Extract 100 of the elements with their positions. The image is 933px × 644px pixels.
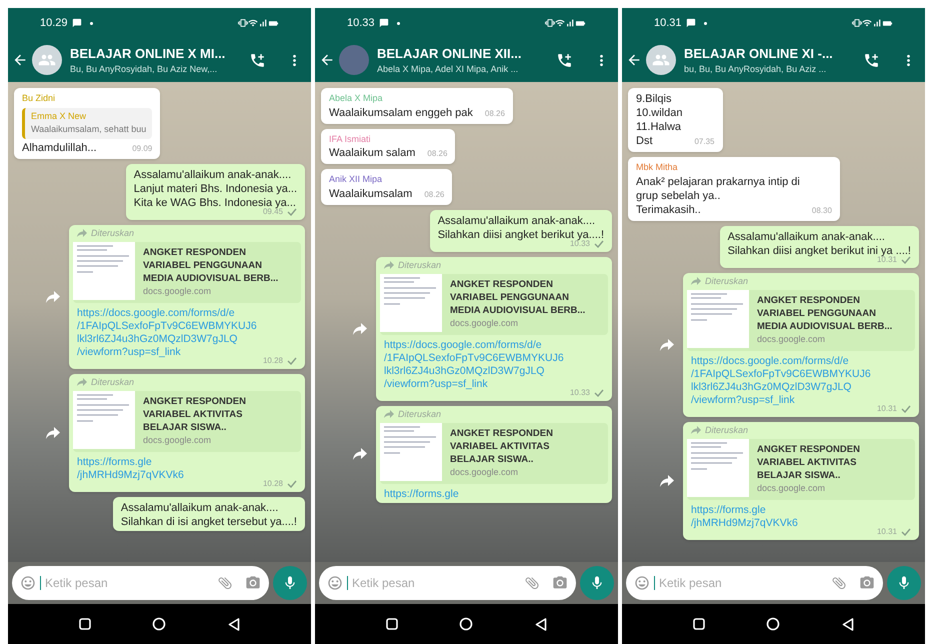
- vibrate-icon: [545, 18, 555, 28]
- link-preview[interactable]: ANGKET RESPONDEN VARIABEL AKTIVITAS BELAJAR SISWA.. docs.google.com: [73, 391, 301, 452]
- preview-title: ANGKET RESPONDEN: [450, 427, 553, 440]
- group-avatar[interactable]: [646, 45, 676, 75]
- emoji-icon[interactable]: [20, 575, 36, 591]
- chat-title[interactable]: BELAJAR ONLINE XI -...: [684, 44, 859, 63]
- message-text: Anak² pelajaran prakarnya intip di: [636, 174, 800, 188]
- message-time: 07.35: [694, 136, 715, 148]
- add-call-icon[interactable]: [863, 52, 880, 68]
- chat-members: bu, Bu, Bu AnyRosyidah, Bu Aziz ...: [684, 63, 828, 76]
- camera-icon[interactable]: [245, 575, 261, 591]
- url-link[interactable]: lkl3rl6ZJ4u3hGz0MQzlD3W7gJLQ: [691, 380, 911, 394]
- vibrate-icon: [238, 18, 248, 28]
- mic-button[interactable]: [273, 566, 307, 600]
- forward-arrow-icon: [384, 261, 394, 270]
- preview-title: BELAJAR SISWA..: [143, 421, 228, 434]
- share-icon[interactable]: [352, 447, 368, 461]
- chat-title[interactable]: BELAJAR ONLINE XII...: [377, 44, 552, 63]
- back-icon[interactable]: [626, 52, 642, 68]
- share-icon[interactable]: [45, 426, 61, 440]
- url-link[interactable]: /1FAIpQLSexfoFpTv9C6EWBMYKUJ6: [77, 320, 297, 332]
- document-thumbnail: [687, 290, 749, 348]
- link-preview[interactable]: ANGKET RESPONDEN VARIABEL PENGGUNAAN MEDIA AUDIOVISUAL BERB... docs.google.com: [73, 242, 301, 302]
- forwarded-label: Diteruskan: [91, 226, 134, 240]
- camera-icon[interactable]: [859, 575, 875, 591]
- mic-button[interactable]: [580, 566, 614, 600]
- document-thumbnail: [687, 439, 749, 497]
- share-icon[interactable]: [659, 474, 675, 488]
- back-icon[interactable]: [228, 618, 240, 630]
- message-time: 10.33: [570, 238, 590, 250]
- back-icon[interactable]: [319, 52, 335, 68]
- forward-arrow-icon: [77, 378, 87, 386]
- wifi-icon: [555, 18, 565, 28]
- preview-domain: docs.google.com: [143, 434, 212, 447]
- camera-icon[interactable]: [552, 575, 568, 591]
- url-link[interactable]: https://docs.google.com/forms/d/e: [384, 338, 604, 352]
- preview-title: ANGKET RESPONDEN: [757, 443, 860, 456]
- sender-name: Bu Zidni: [22, 92, 56, 105]
- recent-apps-icon[interactable]: [692, 618, 705, 630]
- quoted-text: Waalaikumsalam, sehatt buu: [31, 123, 146, 136]
- signal-icon: [258, 18, 268, 28]
- preview-title: VARIABEL PENGGUNAAN: [143, 259, 263, 272]
- link-preview[interactable]: ANGKET RESPONDEN VARIABEL AKTIVITAS BELAJAR SISWA.. docs.google.com: [380, 423, 608, 484]
- link-preview[interactable]: ANGKET RESPONDEN VARIABEL AKTIVITAS BELAJAR SISWA.. docs.google.com: [687, 439, 915, 500]
- emoji-icon[interactable]: [634, 575, 650, 591]
- preview-domain: docs.google.com: [450, 466, 520, 479]
- home-icon[interactable]: [766, 617, 780, 631]
- back-icon[interactable]: [535, 618, 548, 630]
- message-text: Assalamu'allaikum anak-anak....: [438, 214, 596, 228]
- message-input-field[interactable]: Ketik pesan: [12, 566, 269, 600]
- document-thumbnail: [73, 242, 135, 300]
- message-time: 08.26: [424, 188, 444, 200]
- home-icon[interactable]: [152, 617, 166, 631]
- url-link[interactable]: lkl3rl6ZJ4u3hGz0MQzlD3W7gJLQ: [77, 332, 297, 346]
- url-link[interactable]: https://docs.google.com/forms/d/e: [691, 354, 911, 368]
- share-icon[interactable]: [659, 338, 675, 352]
- preview-title: MEDIA AUDIOVISUAL BERB...: [450, 304, 586, 317]
- emoji-icon[interactable]: [327, 575, 343, 591]
- url-link[interactable]: https://docs.google.com/forms/d/e: [77, 306, 297, 320]
- chat-members: Abela X Mipa, Adel XI Mipa, Anik ...: [377, 63, 520, 76]
- link-preview[interactable]: ANGKET RESPONDEN VARIABEL PENGGUNAAN MEDIA AUDIOVISUAL BERB... docs.google.com: [380, 274, 608, 334]
- message-text: Alhamdulillah...: [22, 140, 97, 154]
- back-icon[interactable]: [12, 52, 28, 68]
- url-link[interactable]: /1FAIpQLSexfoFpTv9C6EWBMYKUJ6: [691, 368, 911, 380]
- document-thumbnail: [380, 274, 442, 332]
- message-input-field[interactable]: Ketik pesan: [319, 566, 576, 600]
- preview-title: VARIABEL PENGGUNAAN: [450, 291, 570, 304]
- document-thumbnail: [380, 423, 442, 481]
- message-text: 10.wildan: [636, 106, 682, 120]
- home-icon[interactable]: [459, 617, 474, 631]
- message-text: Waalaikum salam: [329, 146, 416, 160]
- signal-icon: [872, 18, 882, 28]
- url-link[interactable]: /1FAIpQLSexfoFpTv9C6EWBMYKUJ6: [384, 352, 604, 364]
- preview-domain: docs.google.com: [143, 285, 212, 298]
- chat-title[interactable]: BELAJAR ONLINE X MI...: [70, 44, 245, 63]
- message-text: grup sebelah ya..: [636, 188, 722, 202]
- recent-apps-icon[interactable]: [386, 618, 398, 630]
- add-call-icon[interactable]: [249, 52, 266, 68]
- message-time: 09.09: [132, 142, 152, 154]
- url-link[interactable]: https://forms.gle: [691, 504, 911, 516]
- message-text: Silahkan diisi angket berikut ya....!: [438, 228, 604, 240]
- preview-title: ANGKET RESPONDEN: [143, 395, 246, 408]
- message-input-field[interactable]: Ketik pesan: [626, 566, 883, 600]
- message-icon: [378, 18, 389, 28]
- wifi-icon: [248, 18, 258, 28]
- recent-apps-icon[interactable]: [78, 618, 91, 630]
- message-text: Terimakasih..: [636, 202, 702, 216]
- link-preview[interactable]: ANGKET RESPONDEN VARIABEL PENGGUNAAN MEDIA AUDIOVISUAL BERB... docs.google.com: [687, 290, 915, 350]
- back-icon[interactable]: [842, 618, 854, 630]
- mic-button[interactable]: [887, 566, 921, 600]
- add-call-icon[interactable]: [556, 52, 573, 68]
- share-icon[interactable]: [352, 322, 368, 336]
- preview-title: ANGKET RESPONDEN: [757, 294, 861, 307]
- preview-title: ANGKET RESPONDEN: [450, 278, 554, 291]
- forward-arrow-icon: [384, 410, 394, 418]
- url-link[interactable]: lkl3rl6ZJ4u3hGz0MQzlD3W7gJLQ: [384, 364, 604, 378]
- group-avatar[interactable]: [32, 45, 62, 75]
- url-link[interactable]: https://forms.gle: [77, 456, 297, 468]
- forwarded-label: Diteruskan: [705, 274, 748, 288]
- url-link[interactable]: https://forms.gle: [384, 488, 604, 500]
